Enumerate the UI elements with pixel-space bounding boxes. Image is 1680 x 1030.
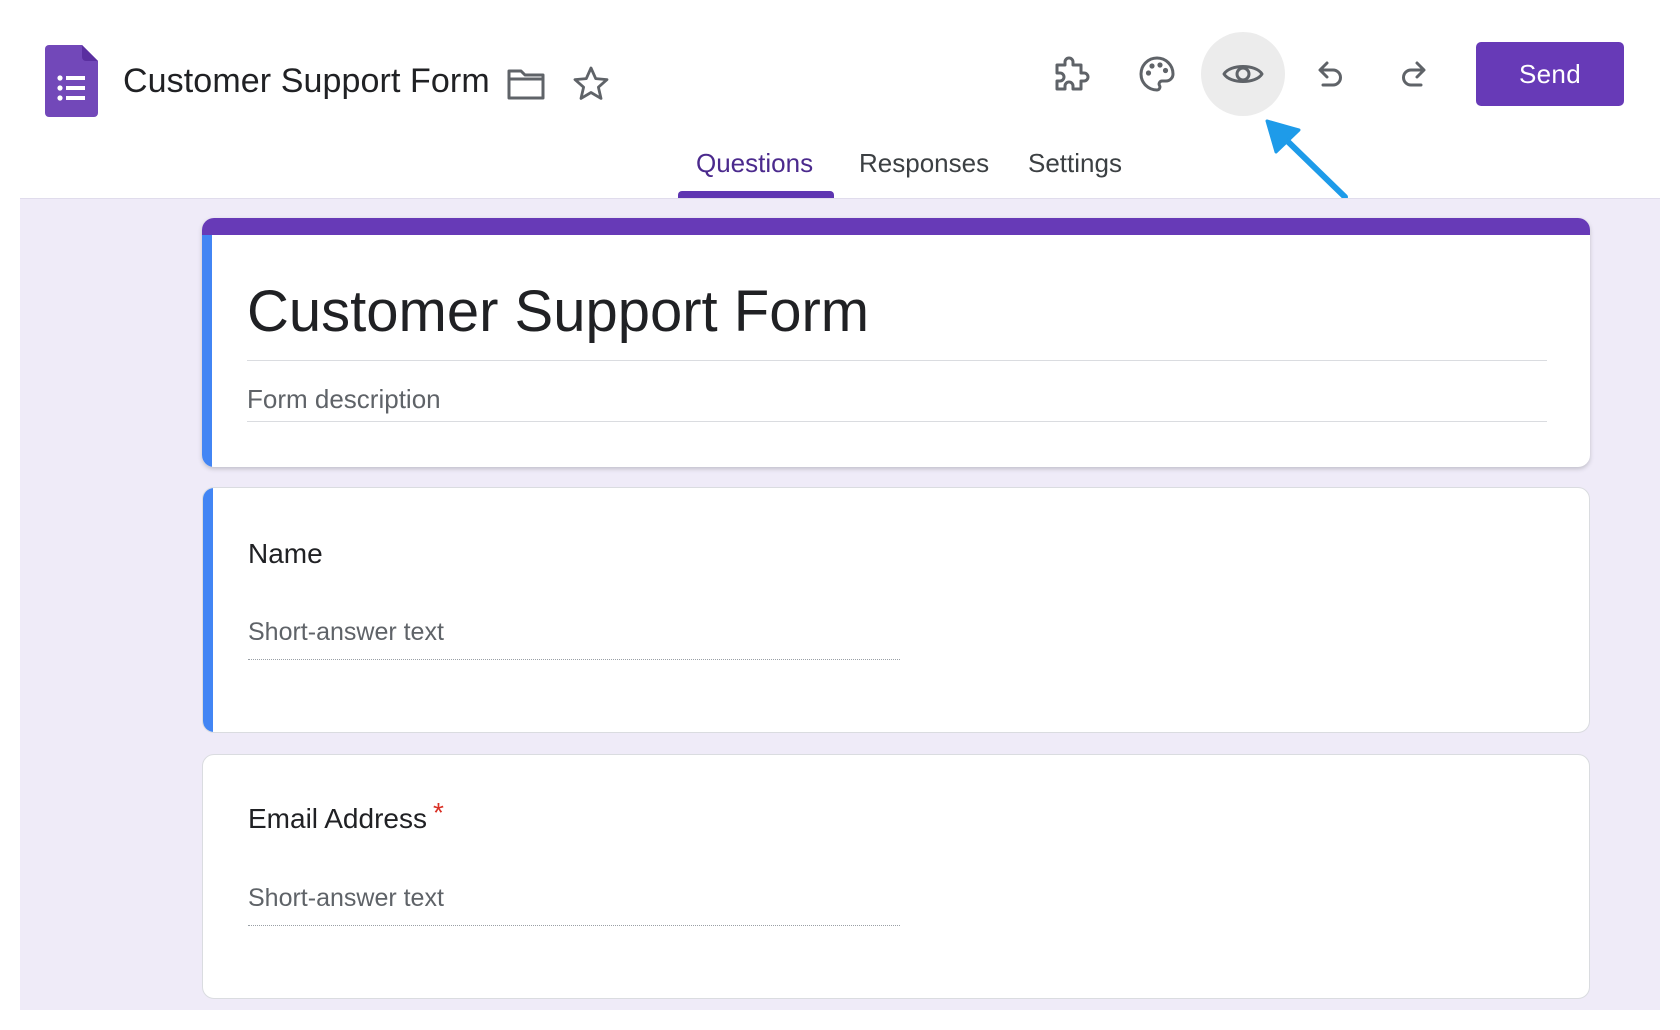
- short-answer-underline: [248, 659, 900, 660]
- selected-card-accent: [202, 235, 212, 467]
- tab-settings[interactable]: Settings: [1028, 148, 1122, 179]
- redo-icon[interactable]: [1373, 32, 1457, 116]
- question-card[interactable]: Email Address * Short-answer text: [202, 754, 1590, 999]
- form-description-input[interactable]: Form description: [247, 384, 441, 415]
- required-asterisk: *: [432, 797, 444, 828]
- form-title-underline: [247, 360, 1547, 361]
- app-header: Customer Support Form Send Questions Res…: [0, 0, 1680, 200]
- send-button[interactable]: Send: [1476, 42, 1624, 106]
- title-card-top-band: [202, 218, 1590, 235]
- form-title[interactable]: Customer Support Form: [247, 278, 869, 345]
- selected-card-accent: [203, 488, 213, 732]
- palette-icon[interactable]: [1115, 32, 1199, 116]
- form-description-underline: [247, 421, 1547, 422]
- question-card[interactable]: Name Short-answer text: [202, 487, 1590, 733]
- question-title[interactable]: Name: [248, 538, 323, 570]
- undo-icon[interactable]: [1287, 32, 1371, 116]
- tab-questions[interactable]: Questions: [696, 148, 813, 179]
- short-answer-underline: [248, 925, 900, 926]
- tab-responses[interactable]: Responses: [859, 148, 989, 179]
- document-title[interactable]: Customer Support Form: [123, 62, 490, 101]
- folder-icon[interactable]: [504, 62, 548, 106]
- form-title-card[interactable]: Customer Support Form Form description: [202, 218, 1590, 467]
- short-answer-placeholder: Short-answer text: [248, 884, 444, 912]
- forms-logo-icon[interactable]: [45, 45, 98, 117]
- question-title[interactable]: Email Address *: [248, 797, 444, 835]
- active-tab-indicator: [678, 191, 834, 198]
- star-icon[interactable]: [569, 62, 613, 106]
- eye-icon[interactable]: [1201, 32, 1285, 116]
- question-title-text: Email Address: [248, 803, 427, 834]
- addon-icon[interactable]: [1029, 32, 1113, 116]
- tab-bar: Questions Responses Settings: [0, 140, 1680, 198]
- short-answer-placeholder: Short-answer text: [248, 618, 444, 646]
